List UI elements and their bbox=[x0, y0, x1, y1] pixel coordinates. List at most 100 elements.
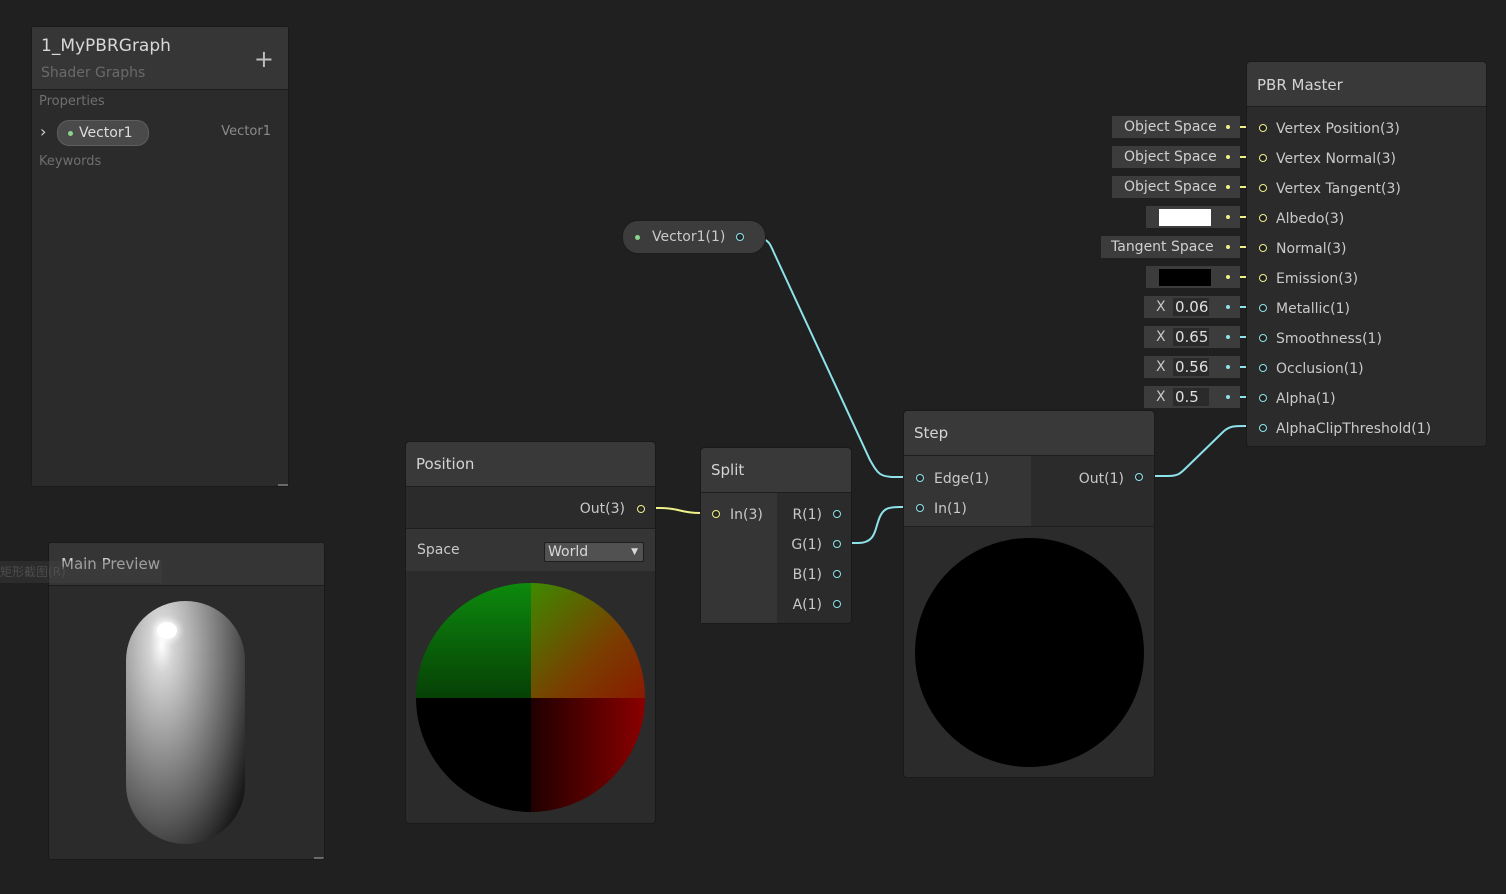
chevron-right-icon[interactable]: › bbox=[40, 122, 46, 141]
space-value: Object Space bbox=[1124, 149, 1217, 165]
output-port-label-a: A(1) bbox=[792, 597, 822, 613]
output-port-label-r: R(1) bbox=[792, 507, 822, 523]
divider bbox=[904, 526, 1154, 527]
vertex-normal-space-input[interactable]: Object Space bbox=[1112, 146, 1240, 168]
albedo-color-swatch[interactable] bbox=[1159, 209, 1211, 226]
node-header[interactable]: Split bbox=[701, 448, 851, 493]
capsule-preview-mesh[interactable] bbox=[126, 601, 245, 844]
input-port-metallic[interactable] bbox=[1259, 304, 1267, 312]
smoothness-value-input[interactable]: X 0.65 bbox=[1144, 326, 1240, 348]
occlusion-value-input[interactable]: X 0.56 bbox=[1144, 356, 1240, 378]
blackboard-header: 1_MyPBRGraph Shader Graphs + bbox=[32, 27, 288, 90]
input-port-label-edge: Edge(1) bbox=[934, 471, 990, 487]
position-preview-sphere bbox=[416, 583, 645, 812]
node-title: Split bbox=[711, 461, 745, 479]
space-value: Object Space bbox=[1124, 119, 1217, 135]
input-port-vertex-normal[interactable] bbox=[1259, 154, 1267, 162]
output-port-r[interactable] bbox=[833, 510, 841, 518]
alpha-value-input[interactable]: X 0.5 bbox=[1144, 386, 1240, 408]
exposed-dot-icon bbox=[68, 131, 73, 136]
connector-dot bbox=[1226, 365, 1230, 369]
input-port-occlusion[interactable] bbox=[1259, 364, 1267, 372]
input-port-emission[interactable] bbox=[1259, 274, 1267, 282]
occlusion-field[interactable]: 0.56 bbox=[1173, 358, 1209, 376]
space-dropdown[interactable]: World ▼ bbox=[544, 542, 644, 562]
metallic-value-input[interactable]: X 0.06 bbox=[1144, 296, 1240, 318]
input-port-alpha[interactable] bbox=[1259, 394, 1267, 402]
output-port-vector1[interactable] bbox=[736, 233, 744, 241]
resize-handle[interactable] bbox=[314, 857, 324, 859]
step-node[interactable]: Step Edge(1) In(1) Out(1) bbox=[903, 410, 1155, 778]
node-header[interactable]: Position bbox=[406, 442, 655, 487]
alpha-field[interactable]: 0.5 bbox=[1173, 388, 1209, 406]
output-port-a[interactable] bbox=[833, 600, 841, 608]
output-port-out3[interactable] bbox=[637, 505, 645, 513]
port-label-vertex-normal: Vertex Normal(3) bbox=[1276, 151, 1396, 167]
blackboard-panel[interactable]: 1_MyPBRGraph Shader Graphs + Properties … bbox=[31, 26, 289, 487]
split-node[interactable]: Split In(3) R(1) G(1) B(1) A(1) bbox=[700, 447, 852, 624]
property-pill-vector1[interactable]: Vector1 bbox=[57, 120, 149, 146]
input-port-alphaclipthreshold[interactable] bbox=[1259, 424, 1267, 432]
main-preview-panel[interactable]: Main Preview bbox=[48, 542, 325, 860]
space-value: Tangent Space bbox=[1111, 239, 1214, 255]
input-port-label: In(3) bbox=[730, 507, 763, 523]
output-port-b[interactable] bbox=[833, 570, 841, 578]
node-title: Step bbox=[914, 424, 949, 442]
metallic-field[interactable]: 0.06 bbox=[1173, 298, 1209, 316]
input-port-normal[interactable] bbox=[1259, 244, 1267, 252]
port-label-emission: Emission(3) bbox=[1276, 271, 1359, 287]
step-input-column bbox=[904, 456, 1031, 526]
specular-highlight bbox=[157, 622, 177, 639]
connector-dot bbox=[1226, 245, 1230, 249]
emission-color-input[interactable] bbox=[1146, 266, 1240, 288]
axis-label: X bbox=[1156, 329, 1166, 345]
input-port-in3[interactable] bbox=[712, 510, 720, 518]
vertex-position-space-input[interactable]: Object Space bbox=[1112, 116, 1240, 138]
output-port-out1[interactable] bbox=[1135, 473, 1143, 481]
node-title: Position bbox=[416, 455, 475, 473]
node-header[interactable]: Step bbox=[904, 411, 1154, 456]
vertex-tangent-space-input[interactable]: Object Space bbox=[1112, 176, 1240, 198]
input-port-smoothness[interactable] bbox=[1259, 334, 1267, 342]
axis-label: X bbox=[1156, 389, 1166, 405]
graph-subtitle: Shader Graphs bbox=[41, 65, 146, 81]
axis-label: X bbox=[1156, 359, 1166, 375]
dropdown-arrow-icon: ▼ bbox=[631, 547, 638, 557]
port-label-alpha: Alpha(1) bbox=[1276, 391, 1336, 407]
wire-vector1-to-step-edge bbox=[739, 236, 919, 478]
output-port-label-g: G(1) bbox=[791, 537, 822, 553]
node-header[interactable]: PBR Master bbox=[1247, 62, 1486, 107]
input-port-vertex-tangent[interactable] bbox=[1259, 184, 1267, 192]
pbr-master-node[interactable]: PBR Master Vertex Position(3) Vertex Nor… bbox=[1246, 61, 1487, 447]
input-port-vertex-position[interactable] bbox=[1259, 124, 1267, 132]
port-label-normal: Normal(3) bbox=[1276, 241, 1347, 257]
albedo-color-input[interactable] bbox=[1146, 206, 1240, 228]
input-port-in[interactable] bbox=[916, 504, 924, 512]
add-property-icon[interactable]: + bbox=[254, 47, 274, 71]
step-preview-sphere bbox=[915, 538, 1144, 767]
position-node[interactable]: Position Out(3) Space World ▼ bbox=[405, 441, 656, 824]
exposed-dot-icon bbox=[635, 235, 640, 240]
properties-section-label: Properties bbox=[39, 94, 105, 109]
emission-color-swatch[interactable] bbox=[1159, 269, 1211, 286]
smoothness-field[interactable]: 0.65 bbox=[1173, 328, 1209, 346]
keywords-section-label: Keywords bbox=[39, 154, 102, 169]
property-node-label: Vector1(1) bbox=[652, 229, 726, 245]
property-name: Vector1 bbox=[79, 125, 133, 141]
vector1-property-node[interactable]: Vector1(1) bbox=[622, 220, 766, 254]
input-port-albedo[interactable] bbox=[1259, 214, 1267, 222]
resize-handle[interactable] bbox=[278, 484, 288, 486]
connector-dot bbox=[1226, 125, 1230, 129]
output-port-g[interactable] bbox=[833, 540, 841, 548]
output-port-label: Out(3) bbox=[579, 501, 625, 517]
normal-space-input[interactable]: Tangent Space bbox=[1101, 236, 1240, 258]
port-label-metallic: Metallic(1) bbox=[1276, 301, 1350, 317]
wire-step-out-to-alphaclip bbox=[1138, 425, 1262, 477]
port-label-alphaclipthreshold: AlphaClipThreshold(1) bbox=[1276, 421, 1432, 437]
port-label-vertex-position: Vertex Position(3) bbox=[1276, 121, 1400, 137]
space-label: Space bbox=[417, 542, 460, 558]
space-value: Object Space bbox=[1124, 179, 1217, 195]
connector-dot bbox=[1226, 395, 1230, 399]
port-label-albedo: Albedo(3) bbox=[1276, 211, 1345, 227]
input-port-edge[interactable] bbox=[916, 474, 924, 482]
